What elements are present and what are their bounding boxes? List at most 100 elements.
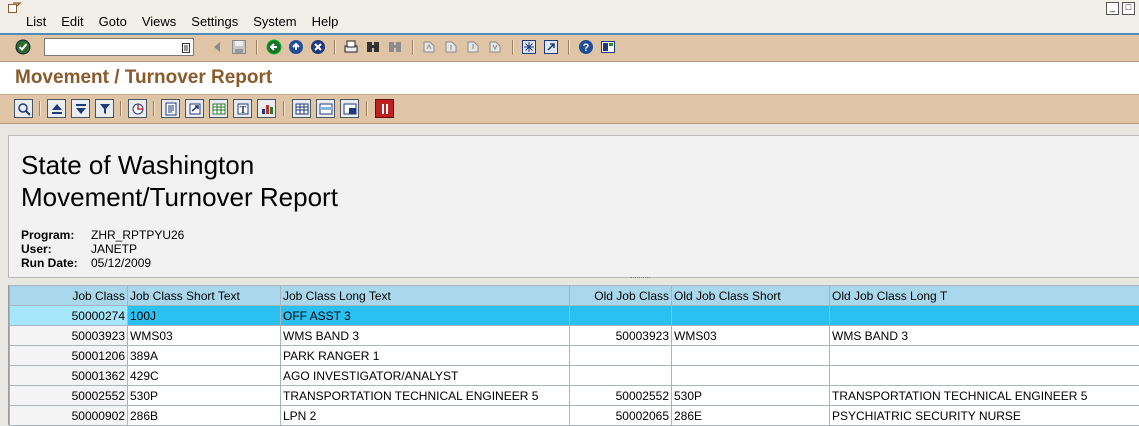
details-icon[interactable] — [14, 99, 33, 118]
save-icon[interactable] — [230, 38, 248, 56]
help-icon[interactable]: ? — [577, 38, 595, 56]
minimize-button[interactable]: _ — [1106, 2, 1119, 15]
cell-old-job-class-short[interactable]: WMS03 — [672, 326, 830, 346]
save-layout-icon[interactable] — [340, 99, 359, 118]
sort-ascending-icon[interactable] — [47, 99, 66, 118]
user-row: User:JANETP — [21, 242, 137, 256]
cell-old-job-class-short[interactable] — [672, 306, 830, 326]
menu-goto[interactable]: Goto — [99, 14, 127, 29]
menu-edit[interactable]: Edit — [61, 14, 83, 29]
cell-old-job-class-short[interactable] — [672, 346, 830, 366]
cancel-icon[interactable] — [309, 38, 327, 56]
total-icon[interactable] — [128, 99, 147, 118]
splitter-handle[interactable] — [630, 277, 650, 280]
menu-list[interactable]: List — [26, 14, 46, 29]
cell-job-class[interactable]: 50000902 — [10, 406, 128, 426]
cell-job-class[interactable]: 50002552 — [10, 386, 128, 406]
word-processing-icon[interactable]: T — [233, 99, 252, 118]
col-header-job-class-short[interactable]: Job Class Short Text — [128, 286, 281, 306]
cell-old-job-class-long[interactable]: WMS BAND 3 — [830, 326, 1139, 346]
cell-old-job-class-long[interactable] — [830, 366, 1139, 386]
sort-descending-icon[interactable] — [71, 99, 90, 118]
title-bar: Movement / Turnover Report — [0, 62, 1139, 94]
cell-job-class-long[interactable]: WMS BAND 3 — [281, 326, 570, 346]
table-row[interactable]: 50001362 429C AGO INVESTIGATOR/ANALYST — [10, 366, 1139, 386]
program-value: ZHR_RPTPYU26 — [91, 228, 184, 242]
layout-icon[interactable] — [599, 38, 617, 56]
graphic-icon[interactable] — [257, 99, 276, 118]
cell-old-job-class[interactable]: 50002065 — [570, 406, 672, 426]
col-header-old-job-class[interactable]: Old Job Class — [570, 286, 672, 306]
create-session-icon[interactable] — [520, 38, 538, 56]
find-icon[interactable] — [364, 38, 382, 56]
cell-job-class-short[interactable]: WMS03 — [128, 326, 281, 346]
select-layout-icon[interactable] — [316, 99, 335, 118]
application-toolbar: T — [0, 94, 1139, 124]
cell-job-class-long[interactable]: OFF ASST 3 — [281, 306, 570, 326]
menu-system[interactable]: System — [253, 14, 296, 29]
cell-job-class-short[interactable]: 389A — [128, 346, 281, 366]
spreadsheet-icon[interactable] — [209, 99, 228, 118]
command-field[interactable] — [44, 38, 194, 56]
table-row[interactable]: 50000902 286B LPN 2 50002065 286E PSYCHI… — [10, 406, 1139, 426]
menu-settings[interactable]: Settings — [191, 14, 238, 29]
system-menu-icon[interactable] — [8, 2, 22, 14]
cell-job-class-long[interactable]: LPN 2 — [281, 406, 570, 426]
shortcut-icon[interactable] — [542, 38, 560, 56]
cell-job-class-short[interactable]: 100J — [128, 306, 281, 326]
cell-old-job-class-long[interactable] — [830, 346, 1139, 366]
collapse-left-icon[interactable] — [208, 38, 226, 56]
export-icon[interactable] — [185, 99, 204, 118]
col-header-job-class-long[interactable]: Job Class Long Text — [281, 286, 570, 306]
table-row[interactable]: 50002552 530P TRANSPORTATION TECHNICAL E… — [10, 386, 1139, 406]
cell-job-class-short[interactable]: 530P — [128, 386, 281, 406]
information-icon[interactable] — [375, 99, 394, 118]
cell-old-job-class-short[interactable]: 286E — [672, 406, 830, 426]
cell-old-job-class-short[interactable] — [672, 366, 830, 386]
rundate-label: Run Date: — [21, 256, 91, 270]
command-history-icon[interactable] — [182, 42, 190, 52]
last-page-icon[interactable] — [486, 38, 504, 56]
previous-page-icon[interactable] — [442, 38, 460, 56]
col-header-old-job-class-short[interactable]: Old Job Class Short — [672, 286, 830, 306]
cell-job-class-long[interactable]: TRANSPORTATION TECHNICAL ENGINEER 5 — [281, 386, 570, 406]
cell-old-job-class-long[interactable] — [830, 306, 1139, 326]
standard-toolbar: ? — [0, 35, 1139, 62]
cell-old-job-class[interactable]: 50002552 — [570, 386, 672, 406]
cell-old-job-class[interactable] — [570, 366, 672, 386]
table-row[interactable]: 50003923 WMS03 WMS BAND 3 50003923 WMS03… — [10, 326, 1139, 346]
cell-job-class-short[interactable]: 286B — [128, 406, 281, 426]
cell-old-job-class-long[interactable]: PSYCHIATRIC SECURITY NURSE — [830, 406, 1139, 426]
print-icon[interactable] — [342, 38, 360, 56]
exit-icon[interactable] — [287, 38, 305, 56]
table-row[interactable]: 50001206 389A PARK RANGER 1 — [10, 346, 1139, 366]
cell-job-class[interactable]: 50003923 — [10, 326, 128, 346]
cell-old-job-class-long[interactable]: TRANSPORTATION TECHNICAL ENGINEER 5 — [830, 386, 1139, 406]
cell-job-class[interactable]: 50001206 — [10, 346, 128, 366]
cell-job-class[interactable]: 50001362 — [10, 366, 128, 386]
change-layout-icon[interactable] — [292, 99, 311, 118]
back-icon[interactable] — [265, 38, 283, 56]
cell-job-class-short[interactable]: 429C — [128, 366, 281, 386]
menu-views[interactable]: Views — [142, 14, 176, 29]
cell-job-class[interactable]: 50000274 — [10, 306, 128, 326]
menu-help[interactable]: Help — [312, 14, 339, 29]
cell-old-job-class[interactable] — [570, 306, 672, 326]
maximize-button[interactable]: □ — [1122, 2, 1135, 15]
col-header-job-class[interactable]: Job Class — [10, 286, 128, 306]
cell-old-job-class[interactable]: 50003923 — [570, 326, 672, 346]
first-page-icon[interactable] — [420, 38, 438, 56]
filter-icon[interactable] — [95, 99, 114, 118]
command-input[interactable] — [48, 40, 180, 56]
print-preview-icon[interactable] — [161, 99, 180, 118]
next-page-icon[interactable] — [464, 38, 482, 56]
cell-job-class-long[interactable]: PARK RANGER 1 — [281, 346, 570, 366]
table-row[interactable]: 50000274 100J OFF ASST 3 — [10, 306, 1139, 326]
cell-job-class-long[interactable]: AGO INVESTIGATOR/ANALYST — [281, 366, 570, 386]
enter-icon[interactable] — [14, 38, 32, 56]
find-next-icon[interactable] — [386, 38, 404, 56]
grid-header-row: Job Class Job Class Short Text Job Class… — [10, 286, 1139, 306]
col-header-old-job-class-long[interactable]: Old Job Class Long T — [830, 286, 1139, 306]
cell-old-job-class[interactable] — [570, 346, 672, 366]
cell-old-job-class-short[interactable]: 530P — [672, 386, 830, 406]
